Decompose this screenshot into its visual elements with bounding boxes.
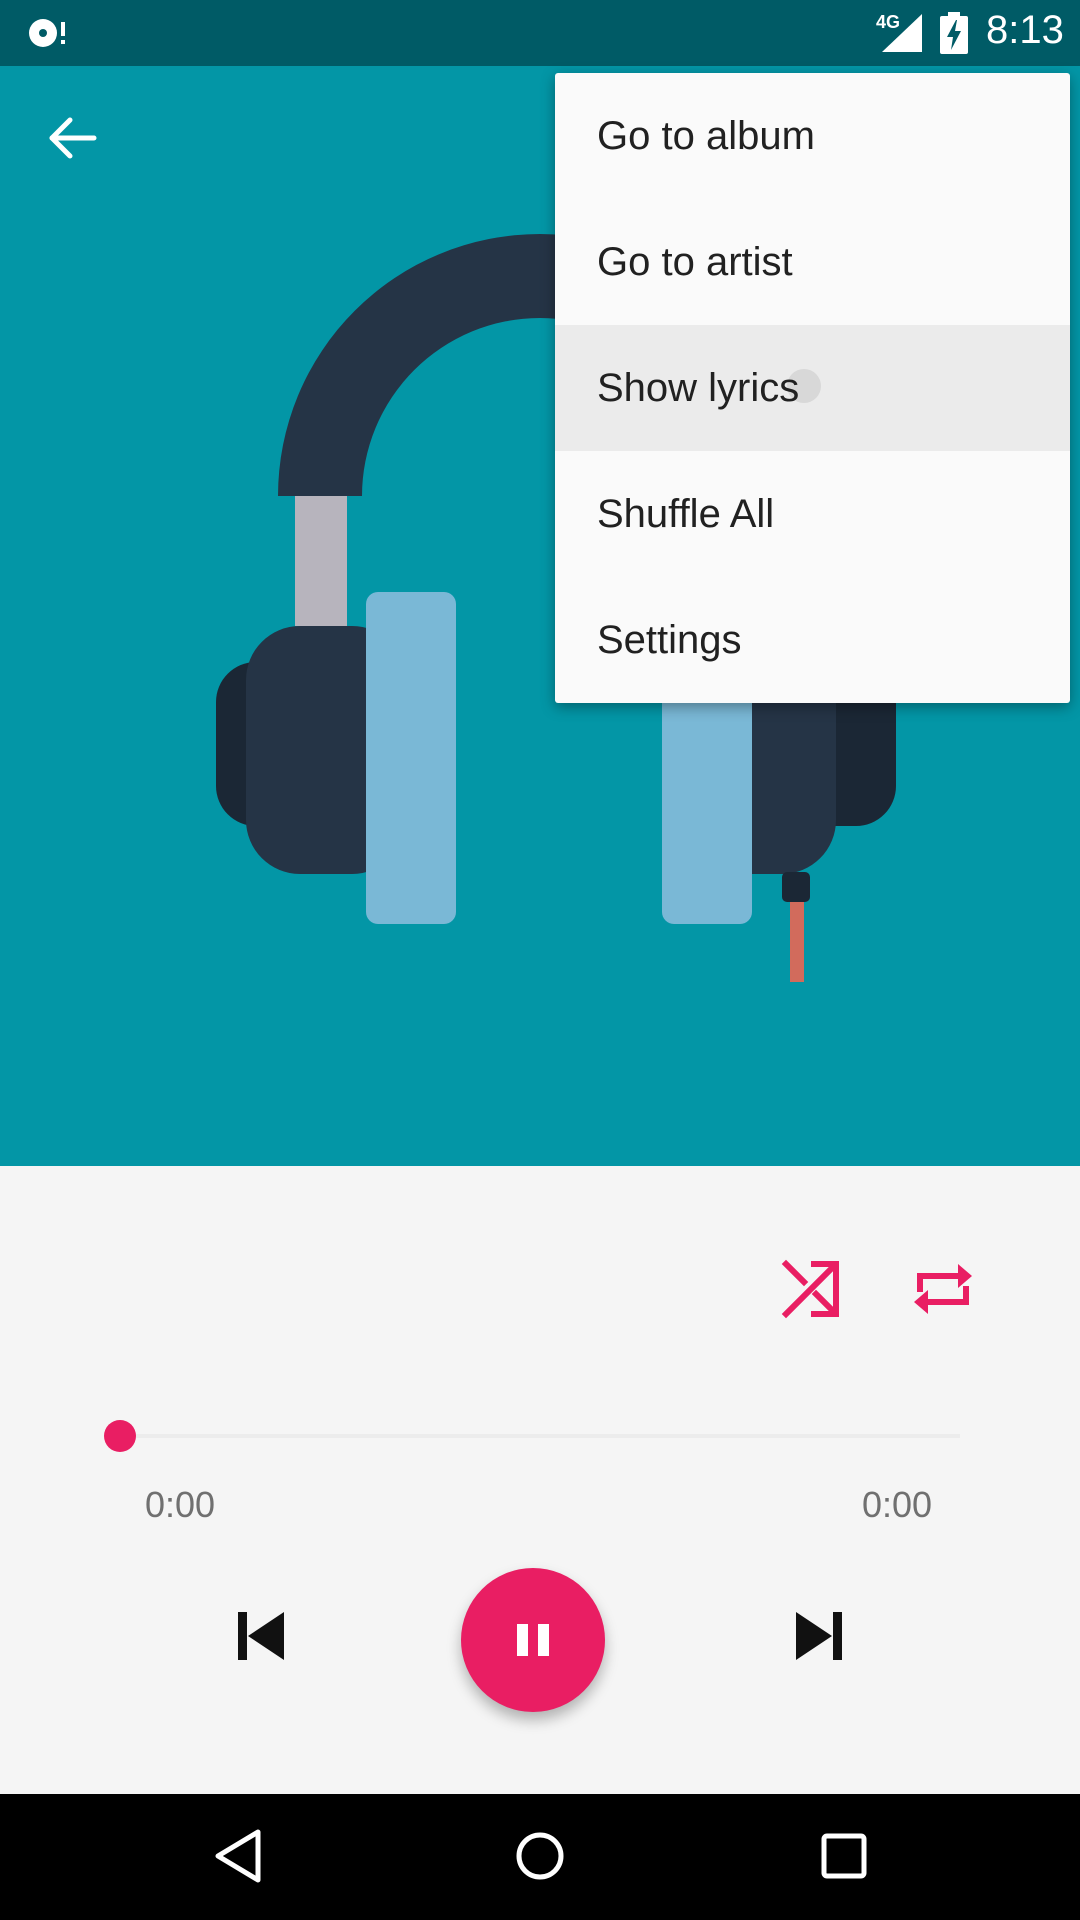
menu-item-label: Go to artist [597, 239, 793, 284]
menu-item-go-to-artist[interactable]: Go to artist [555, 199, 1070, 325]
player-controls: 0:00 0:00 [0, 1166, 1080, 1794]
arrow-back-icon [49, 117, 97, 159]
menu-item-go-to-album[interactable]: Go to album [555, 73, 1070, 199]
menu-item-label: Shuffle All [597, 491, 775, 536]
battery-charging-icon [940, 12, 968, 54]
pause-icon [517, 1624, 549, 1656]
overflow-menu: Go to album Go to artist Show lyrics Shu… [555, 73, 1070, 703]
cell-signal-icon [882, 14, 922, 52]
seek-bar[interactable] [120, 1434, 960, 1438]
seek-thumb[interactable] [104, 1420, 136, 1452]
menu-item-label: Go to album [597, 113, 815, 158]
previous-button[interactable] [232, 1606, 292, 1666]
menu-item-show-lyrics[interactable]: Show lyrics [555, 325, 1070, 451]
menu-item-label: Show lyrics [597, 365, 800, 410]
nav-back-icon [215, 1829, 261, 1883]
menu-item-settings[interactable]: Settings [555, 577, 1070, 703]
shuffle-icon [781, 1259, 839, 1319]
music-disc-icon [29, 19, 65, 47]
nav-back-button[interactable] [208, 1824, 272, 1888]
status-bar: 4G 8:13 [0, 0, 1080, 66]
menu-item-label: Settings [597, 617, 742, 662]
next-button[interactable] [788, 1606, 848, 1666]
back-button[interactable] [42, 108, 102, 168]
time-elapsed: 0:00 [145, 1484, 216, 1525]
repeat-button[interactable] [908, 1254, 978, 1324]
nav-home-icon [516, 1832, 564, 1880]
nav-home-button[interactable] [508, 1824, 572, 1888]
nav-recents-icon [821, 1833, 867, 1879]
clock: 8:13 [986, 8, 1064, 52]
nav-recents-button[interactable] [812, 1824, 876, 1888]
shuffle-button[interactable] [776, 1254, 846, 1324]
menu-item-shuffle-all[interactable]: Shuffle All [555, 451, 1070, 577]
system-nav-bar [0, 1794, 1080, 1920]
skip-previous-icon [238, 1612, 284, 1660]
skip-next-icon [796, 1612, 842, 1660]
play-pause-button[interactable] [461, 1568, 605, 1712]
time-total: 0:00 [862, 1484, 933, 1525]
repeat-icon [914, 1264, 972, 1314]
